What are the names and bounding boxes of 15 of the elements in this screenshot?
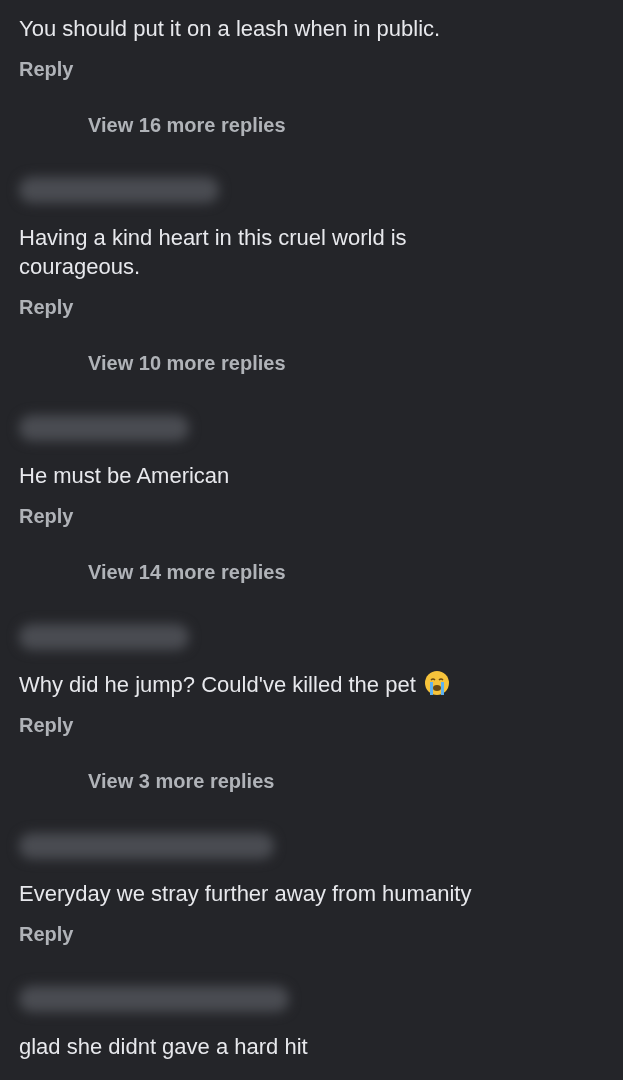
comment-text: He must be American (19, 462, 230, 490)
reply-link[interactable]: Reply (19, 922, 74, 946)
reply-link[interactable]: Reply (19, 295, 74, 319)
comment-text: You should put it on a leash when in public. (19, 15, 441, 43)
comment-text: Why did he jump? Could've killed the pet (19, 670, 450, 699)
view-more-replies-link[interactable]: View 3 more replies (88, 769, 275, 793)
view-more-replies-link[interactable]: View 16 more replies (88, 113, 286, 137)
comment-text: Everyday we stray further away from humanity (19, 880, 472, 908)
comment-text: glad she didnt gave a hard hit (19, 1033, 308, 1061)
reply-link[interactable]: Reply (19, 504, 74, 528)
view-more-replies-link[interactable]: View 14 more replies (88, 560, 286, 584)
reply-link[interactable]: Reply (19, 713, 74, 737)
comment-text: Having a kind heart in this cruel world is courageous. (19, 224, 408, 281)
view-more-replies-link[interactable]: View 10 more replies (88, 351, 286, 375)
reply-link[interactable]: Reply (19, 57, 74, 81)
